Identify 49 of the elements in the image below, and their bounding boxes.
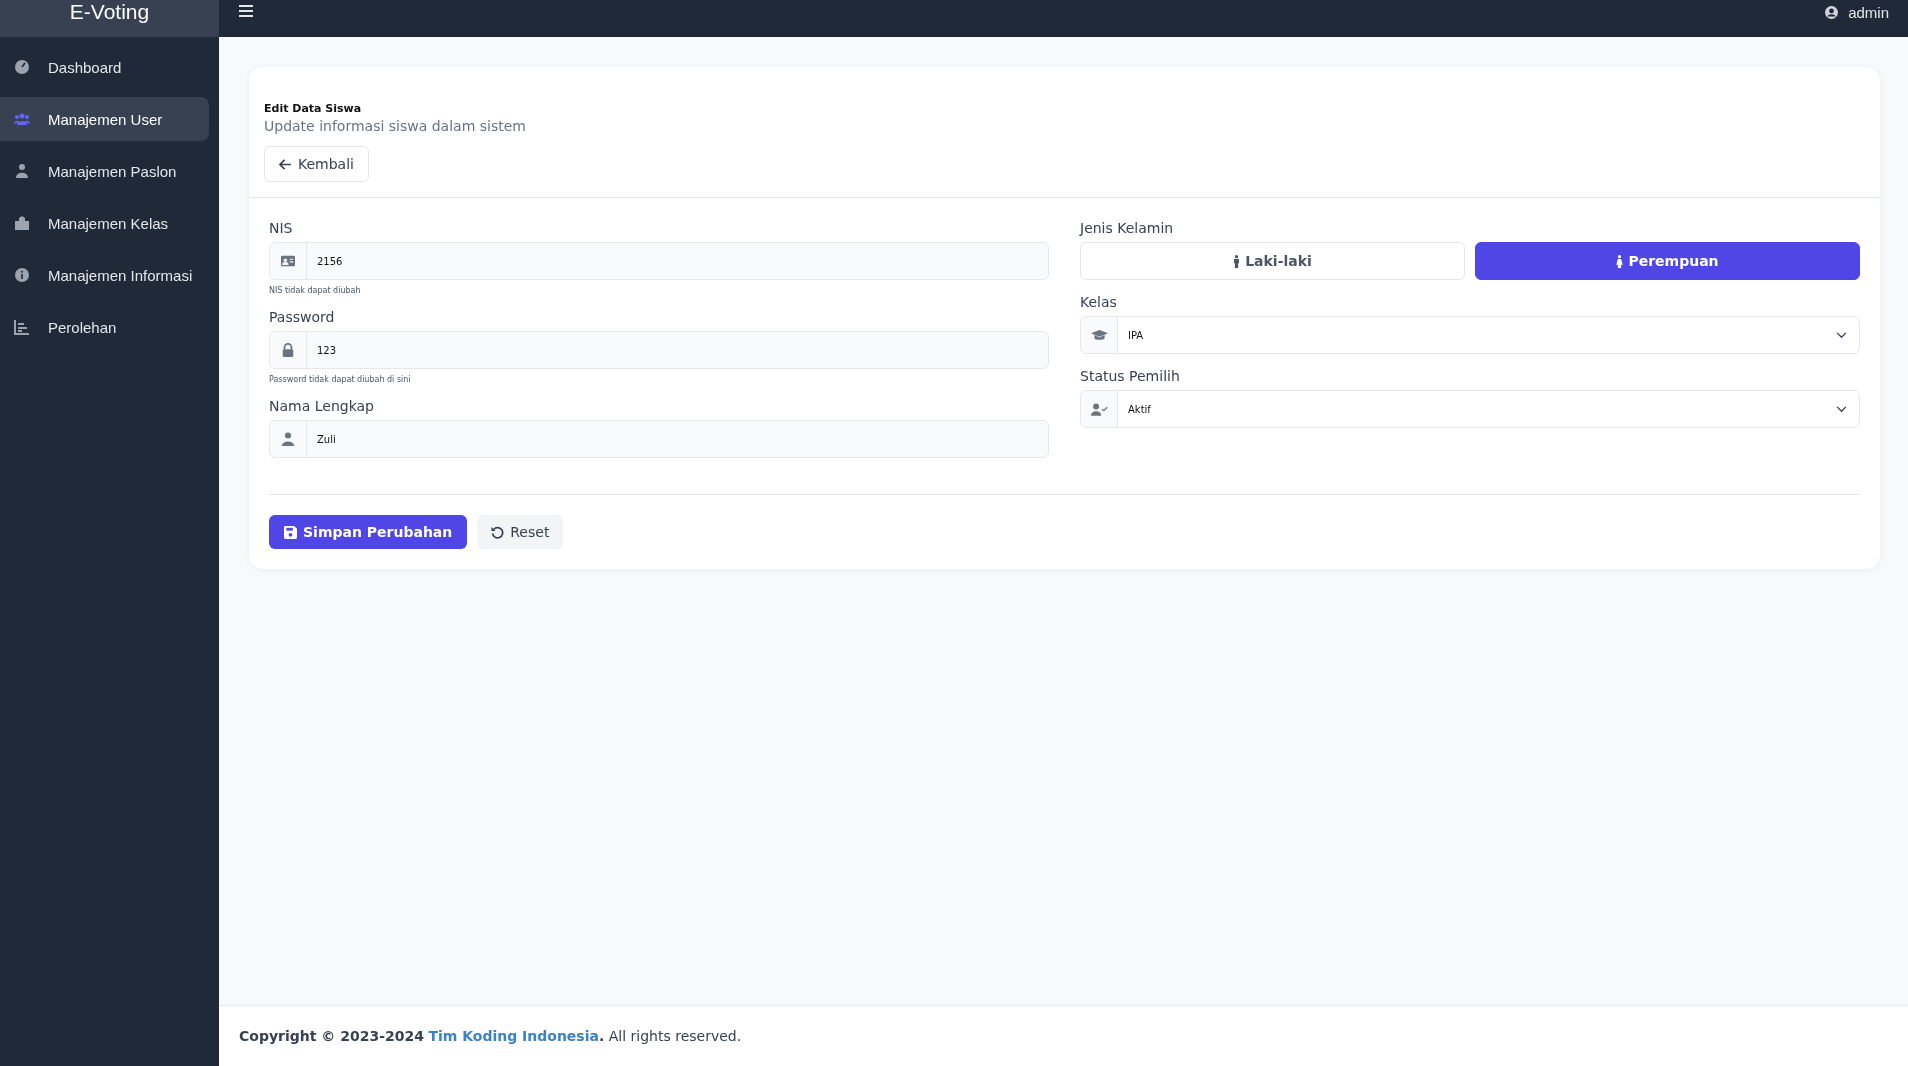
card-subtitle: Update informasi siswa dalam sistem: [264, 118, 526, 134]
field-label: Kelas: [1080, 294, 1118, 310]
user-check-icon: [1090, 402, 1108, 416]
sidebar-item[interactable]: Perolehan: [0, 305, 209, 349]
sidebar-item[interactable]: Dashboard: [0, 45, 209, 89]
person-icon: [14, 163, 30, 179]
gauge-icon: [14, 59, 30, 75]
field-label: NIS: [269, 220, 294, 236]
footer-link[interactable]: Tim Koding Indonesia: [428, 1028, 599, 1044]
users-icon: [14, 111, 30, 127]
sidebar-item[interactable]: Manajemen Informasi: [0, 253, 209, 297]
sidebar-item[interactable]: Manajemen Paslon: [0, 149, 209, 193]
sidebar-item[interactable]: Manajemen Kelas: [0, 201, 209, 245]
user-circle-icon: [1825, 5, 1839, 19]
field-label: Password: [269, 309, 336, 325]
arrow-left-icon: [279, 158, 292, 170]
id-card-icon: [281, 254, 295, 268]
card-title: Edit Data Siswa: [264, 102, 362, 115]
menu-icon: [239, 5, 253, 17]
lock-icon: [281, 343, 295, 357]
field-label: Nama Lengkap: [269, 398, 375, 414]
sidebar-item[interactable]: Manajemen User: [0, 97, 209, 141]
person-icon: [1233, 254, 1241, 268]
user-menu[interactable]: admin: [1825, 0, 1889, 24]
text-field[interactable]: Zuli: [269, 420, 1049, 458]
field-hint: Password tidak dapat diubah di sini: [269, 375, 412, 384]
select-field[interactable]: Aktif: [1080, 390, 1860, 428]
field-hint: NIS tidak dapat diubah: [269, 286, 362, 295]
undo-icon: [491, 525, 505, 539]
brand-logo: E-Voting: [0, 0, 219, 37]
field-label: Status Pemilih: [1080, 368, 1181, 384]
info-icon: [14, 267, 30, 283]
copyright-text: Copyright © 2023-2024 Tim Koding Indonesia. All rights reserved.: [239, 1028, 742, 1044]
chevron-down-icon: [1836, 405, 1847, 413]
gender-option[interactable]: Perempuan: [1475, 242, 1860, 280]
gender-option[interactable]: Laki-laki: [1080, 242, 1465, 280]
user-icon: [281, 432, 295, 446]
reset-button[interactable]: Reset: [477, 515, 564, 549]
chart-icon: [14, 319, 30, 335]
person-icon: [1616, 254, 1624, 268]
text-field[interactable]: 2156: [269, 242, 1049, 280]
save-button[interactable]: Simpan Perubahan: [269, 515, 468, 549]
select-field[interactable]: IPA: [1080, 316, 1860, 354]
text-field[interactable]: 123: [269, 331, 1049, 369]
field-label: Jenis Kelamin: [1080, 220, 1175, 236]
graduation-cap-icon: [1090, 328, 1108, 342]
chevron-down-icon: [1836, 331, 1847, 339]
building-icon: [14, 215, 30, 231]
back-button[interactable]: Kembali: [264, 146, 369, 182]
